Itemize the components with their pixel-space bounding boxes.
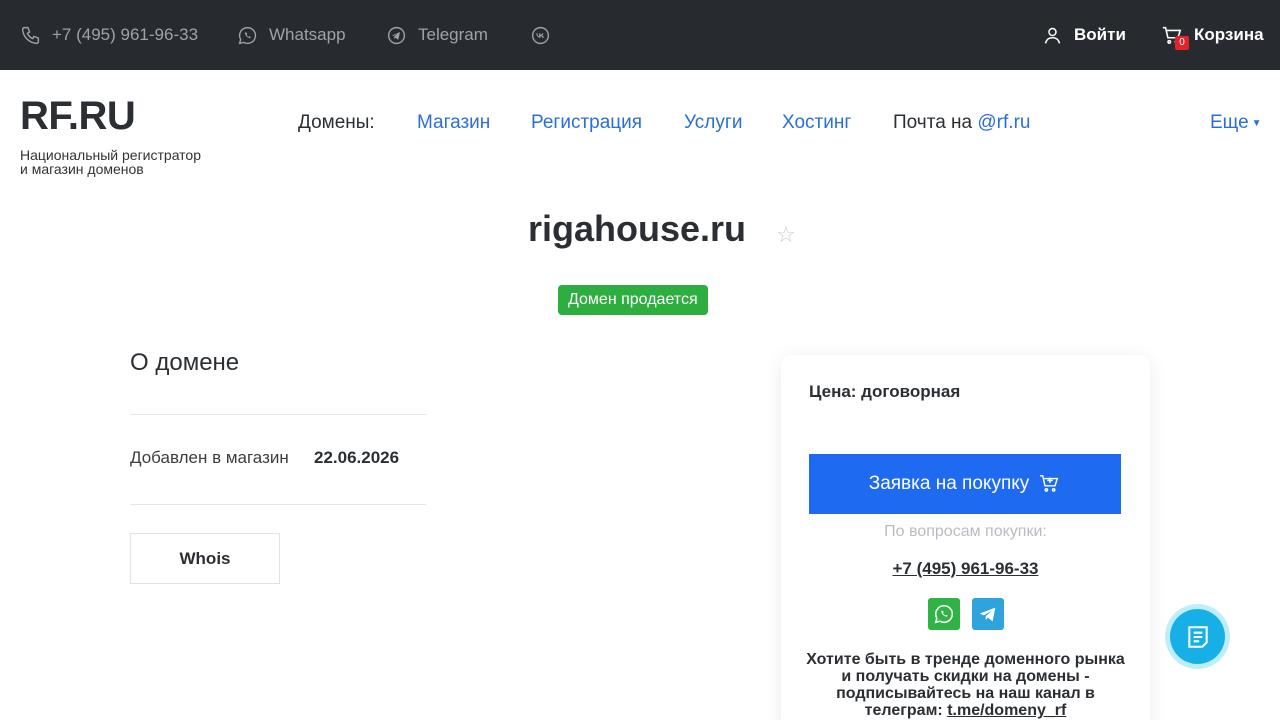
- price-label: Цена: договорная: [809, 382, 961, 401]
- nav-more-label: Еще: [1210, 112, 1249, 133]
- top-bar: +7 (495) 961-96-33 Whatsapp Telegram Вой…: [0, 0, 1280, 70]
- divider: [130, 414, 426, 415]
- domain-title: rigahouse.ru: [527, 208, 747, 249]
- added-to-shop-label: Добавлен в магазин: [130, 448, 289, 467]
- nav-services[interactable]: Услуги: [684, 112, 742, 136]
- cart-link[interactable]: 0 Корзина: [1161, 0, 1264, 70]
- site-logo[interactable]: RF.RU: [20, 94, 136, 139]
- site-tagline: Национальный регистратор и магазин домен…: [20, 148, 240, 176]
- topbar-whatsapp-text: Whatsapp: [269, 25, 346, 44]
- topbar-telegram-link[interactable]: Telegram: [386, 0, 488, 70]
- whatsapp-icon: [934, 604, 954, 624]
- login-link[interactable]: Войти: [1042, 0, 1126, 70]
- topbar-phone-text: +7 (495) 961-96-33: [52, 25, 199, 44]
- purchase-request-label: Заявка на покупку: [868, 473, 1030, 494]
- telegram-icon: [979, 607, 996, 622]
- whatsapp-button[interactable]: [928, 598, 960, 630]
- telegram-icon: [387, 26, 406, 44]
- nav-more-dropdown[interactable]: Еще ▼: [1210, 112, 1262, 134]
- purchase-questions-label: По вопросам покупки:: [884, 523, 1047, 540]
- added-to-shop-date: 22.06.2026: [314, 448, 400, 467]
- tagline-line-2: и магазин доменов: [20, 161, 144, 177]
- purchase-card: Цена: договорная Заявка на покупку По во…: [781, 355, 1150, 720]
- cart-label: Корзина: [1194, 25, 1264, 44]
- divider: [130, 504, 426, 505]
- whatsapp-icon: [238, 26, 257, 44]
- telegram-button[interactable]: [972, 598, 1004, 630]
- cart-count-badge: 0: [1175, 36, 1189, 50]
- purchase-phone-link[interactable]: +7 (495) 961-96-33: [781, 559, 1150, 579]
- nav-mail-link[interactable]: @rf.ru: [977, 112, 1030, 133]
- nav-domains-label: Домены:: [298, 112, 375, 133]
- about-domain-title: О домене: [130, 349, 240, 376]
- add-to-cart-icon: [1040, 475, 1059, 492]
- chat-icon: [1187, 625, 1208, 648]
- phone-icon: [21, 26, 40, 44]
- user-icon: [1044, 27, 1061, 44]
- tagline-line-1: Национальный регистратор: [20, 147, 202, 163]
- chevron-down-icon: ▼: [1251, 118, 1262, 129]
- domain-status-badge: Домен продается: [558, 285, 708, 315]
- telegram-channel-link[interactable]: t.me/domeny_rf: [947, 702, 1066, 719]
- topbar-whatsapp-link[interactable]: Whatsapp: [237, 0, 346, 70]
- whois-button[interactable]: Whois: [130, 533, 280, 584]
- nav-mail[interactable]: Почта на @rf.ru: [893, 112, 1030, 136]
- vk-icon: [531, 26, 550, 44]
- topbar-vk-link[interactable]: [530, 0, 562, 70]
- chat-button[interactable]: [1165, 604, 1230, 669]
- telegram-promo-text: Хотите быть в тренде доменного рынка и п…: [803, 651, 1128, 719]
- nav-shop[interactable]: Магазин: [417, 112, 490, 136]
- login-label: Войти: [1074, 25, 1126, 44]
- topbar-telegram-text: Telegram: [418, 25, 488, 44]
- nav-hosting[interactable]: Хостинг: [782, 112, 851, 136]
- topbar-phone-link[interactable]: +7 (495) 961-96-33: [20, 0, 198, 70]
- nav-registration[interactable]: Регистрация: [531, 112, 642, 136]
- nav-mail-prefix: Почта на: [893, 112, 978, 133]
- purchase-request-button[interactable]: Заявка на покупку: [809, 454, 1121, 514]
- star-icon[interactable]: ☆: [776, 222, 796, 248]
- chat-button-inner: [1170, 609, 1225, 664]
